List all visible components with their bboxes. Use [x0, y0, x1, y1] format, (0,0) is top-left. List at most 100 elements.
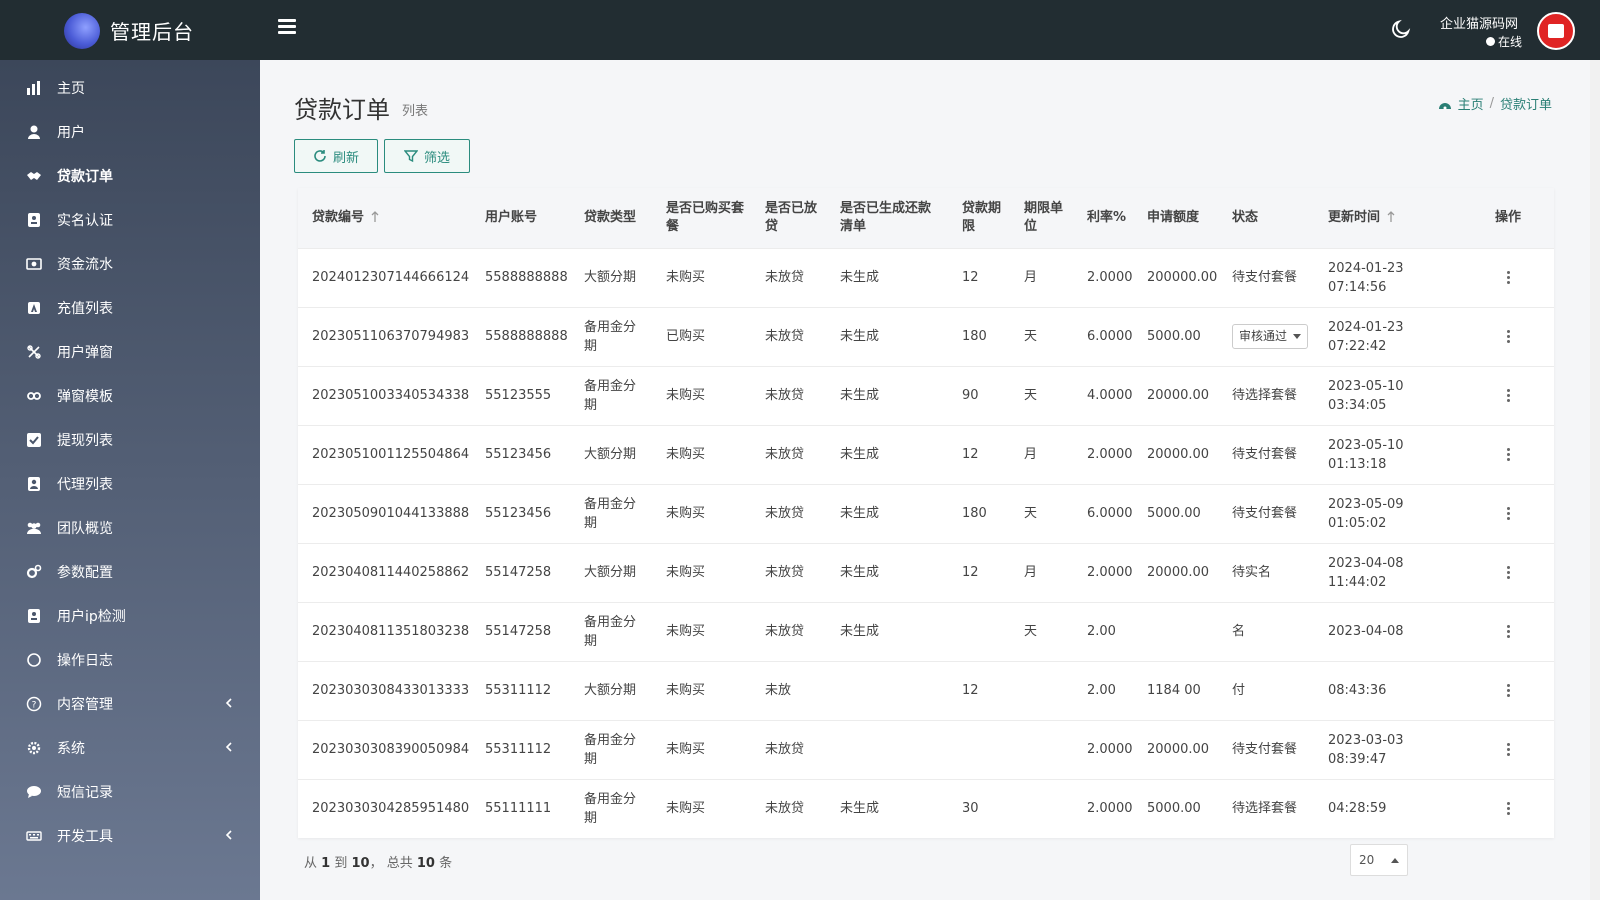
- table-row[interactable]: 2023040811440258862 55147258 大额分期 未购买 未放贷 未生成…: [298, 542, 1554, 602]
- cell-term: [948, 719, 1010, 779]
- brand[interactable]: 管理后台: [0, 0, 260, 60]
- hamburger-menu-icon[interactable]: [278, 19, 296, 35]
- table-row[interactable]: 2023040811351803238 55147258 备用金分期 未购买 未放贷 未生…: [298, 601, 1554, 661]
- more-options-icon[interactable]: [1468, 271, 1548, 284]
- cell-lent: 未放: [751, 660, 826, 720]
- sidebar-item-17[interactable]: 开发工具: [0, 814, 260, 858]
- cell-lent-text: 未放: [765, 683, 792, 698]
- cell-id-text: 2024012307144666124: [312, 270, 470, 285]
- column-header-label: 贷款类型: [584, 209, 637, 225]
- sidebar-item-9[interactable]: 代理列表: [0, 462, 260, 506]
- cell-generated-text: 未生成: [840, 624, 880, 639]
- page-size-select[interactable]: 20: [1350, 844, 1408, 876]
- more-options-icon[interactable]: [1468, 625, 1548, 638]
- column-header-0[interactable]: 贷款编号: [298, 188, 471, 248]
- more-options-icon[interactable]: [1468, 389, 1548, 402]
- cell-date: 2024-01-23: [1328, 319, 1404, 335]
- sidebar-item-14[interactable]: ? 内容管理: [0, 682, 260, 726]
- cell-time: 08:43:36: [1328, 683, 1387, 698]
- table-row[interactable]: 2023030308433013333 55311112 大额分期 未购买 未放 12 2.…: [298, 660, 1554, 720]
- table-row[interactable]: 2023050901044133888 55123456 备用金分期 未购买 未放贷 未生…: [298, 483, 1554, 543]
- cell-unit: 天: [1010, 306, 1073, 366]
- cell-generated: 未生成: [826, 247, 948, 307]
- breadcrumb-home[interactable]: 主页: [1458, 94, 1484, 113]
- sidebar-item-13[interactable]: 操作日志: [0, 638, 260, 682]
- sidebar-item-1[interactable]: 用户: [0, 110, 260, 154]
- cell-status-text: 名: [1232, 624, 1246, 639]
- sidebar-item-0[interactable]: 主页: [0, 66, 260, 110]
- column-header-label: 利率%: [1087, 209, 1127, 225]
- cell-type-text: 备用金分期: [584, 732, 637, 767]
- sidebar-item-3[interactable]: 实名认证: [0, 198, 260, 242]
- cell-rate-text: 2.0000: [1087, 447, 1133, 462]
- sidebar-item-11[interactable]: 参数配置: [0, 550, 260, 594]
- sidebar-item-8[interactable]: 提现列表: [0, 418, 260, 462]
- table-row[interactable]: 2024012307144666124 5588888888 大额分期 未购买 未放贷 未…: [298, 247, 1554, 307]
- cell-type: 大额分期: [570, 542, 652, 602]
- cell-bought: 未购买: [652, 719, 751, 779]
- cell-account: 5588888888: [471, 306, 570, 366]
- sidebar-item-16[interactable]: 短信记录: [0, 770, 260, 814]
- sidebar-item-label: 用户弹窗: [57, 345, 113, 361]
- sidebar-item-12[interactable]: 用户ip检测: [0, 594, 260, 638]
- circle-icon: [27, 653, 41, 667]
- cell-id-text: 2023030308390050984: [312, 742, 470, 757]
- more-options-icon[interactable]: [1468, 566, 1548, 579]
- sidebar-item-15[interactable]: 系统: [0, 726, 260, 770]
- table-row[interactable]: 2023051003340534338 55123555 备用金分期 未购买 未放贷 未生…: [298, 365, 1554, 425]
- user-name[interactable]: 企业猫源码网: [1440, 13, 1518, 32]
- sidebar-item-2[interactable]: 贷款订单: [0, 154, 260, 198]
- team-icon: [27, 522, 41, 534]
- table-row[interactable]: 2023051106370794983 5588888888 备用金分期 已购买 未放贷…: [298, 306, 1554, 366]
- cell-rate: 2.0000: [1073, 542, 1133, 602]
- cell-lent-text: 未放贷: [765, 447, 805, 462]
- more-options-icon[interactable]: [1468, 684, 1548, 697]
- sidebar-item-6[interactable]: 用户弹窗: [0, 330, 260, 374]
- cell-bought-text: 未购买: [666, 270, 706, 285]
- cell-rate: 2.00: [1073, 601, 1133, 661]
- status-select[interactable]: 审核通过: [1232, 324, 1308, 349]
- cell-status-text: 待选择套餐: [1232, 388, 1298, 403]
- page-scrollbar[interactable]: [1590, 60, 1600, 900]
- refresh-button[interactable]: 刷新: [294, 139, 378, 173]
- more-options-icon[interactable]: [1468, 507, 1548, 520]
- cell-generated: 未生成: [826, 483, 948, 543]
- cell-bought-text: 未购买: [666, 506, 706, 521]
- column-header-11[interactable]: 更新时间: [1314, 188, 1454, 248]
- more-options-icon[interactable]: [1468, 743, 1548, 756]
- cell-account-text: 55123555: [485, 388, 552, 403]
- table-row[interactable]: 2023051001125504864 55123456 大额分期 未购买 未放贷 未生成…: [298, 424, 1554, 484]
- cell-generated: 未生成: [826, 306, 948, 366]
- cell-id: 2023030308433013333: [298, 660, 471, 720]
- sidebar-item-10[interactable]: 团队概览: [0, 506, 260, 550]
- main-content: 贷款订单 列表 主页 / 贷款订单 刷新 筛选 贷款编号 用户账号 贷款类型 是否已购…: [260, 60, 1590, 900]
- sidebar-item-7[interactable]: 弹窗模板: [0, 374, 260, 418]
- cell-amount-text: 20000.00: [1147, 565, 1210, 580]
- cell-bought-text: 未购买: [666, 683, 706, 698]
- caret-down-icon: [1293, 334, 1301, 339]
- cell-account-text: 55147258: [485, 624, 552, 639]
- more-options-icon[interactable]: [1468, 448, 1548, 461]
- table-row[interactable]: 2023030308390050984 55311112 备用金分期 未购买 未放贷 2.…: [298, 719, 1554, 779]
- cell-lent: 未放贷: [751, 424, 826, 484]
- moon-icon[interactable]: [1390, 18, 1412, 40]
- cell-type: 大额分期: [570, 247, 652, 307]
- cell-generated-text: 未生成: [840, 565, 880, 580]
- cell-type: 备用金分期: [570, 719, 652, 779]
- sidebar-item-4[interactable]: 资金流水: [0, 242, 260, 286]
- cell-unit: 月: [1010, 424, 1073, 484]
- filter-button[interactable]: 筛选: [384, 139, 470, 173]
- cell-lent-text: 未放贷: [765, 801, 805, 817]
- column-header-7: 期限单位: [1010, 188, 1073, 248]
- cell-bought: 未购买: [652, 778, 751, 838]
- more-options-icon[interactable]: [1468, 330, 1548, 343]
- cell-rate: 4.0000: [1073, 365, 1133, 425]
- more-options-icon[interactable]: [1468, 802, 1548, 816]
- sidebar-item-5[interactable]: 充值列表: [0, 286, 260, 330]
- avatar[interactable]: [1537, 12, 1575, 50]
- table-row[interactable]: 2023030304285951480 55111111 备用金分期 未购买 未放贷 未生…: [298, 778, 1554, 838]
- breadcrumb: 主页 / 贷款订单: [1438, 94, 1552, 113]
- question-circle-icon: ?: [26, 696, 42, 712]
- link-icon: [27, 392, 41, 400]
- cell-rate-text: 2.00: [1087, 683, 1116, 698]
